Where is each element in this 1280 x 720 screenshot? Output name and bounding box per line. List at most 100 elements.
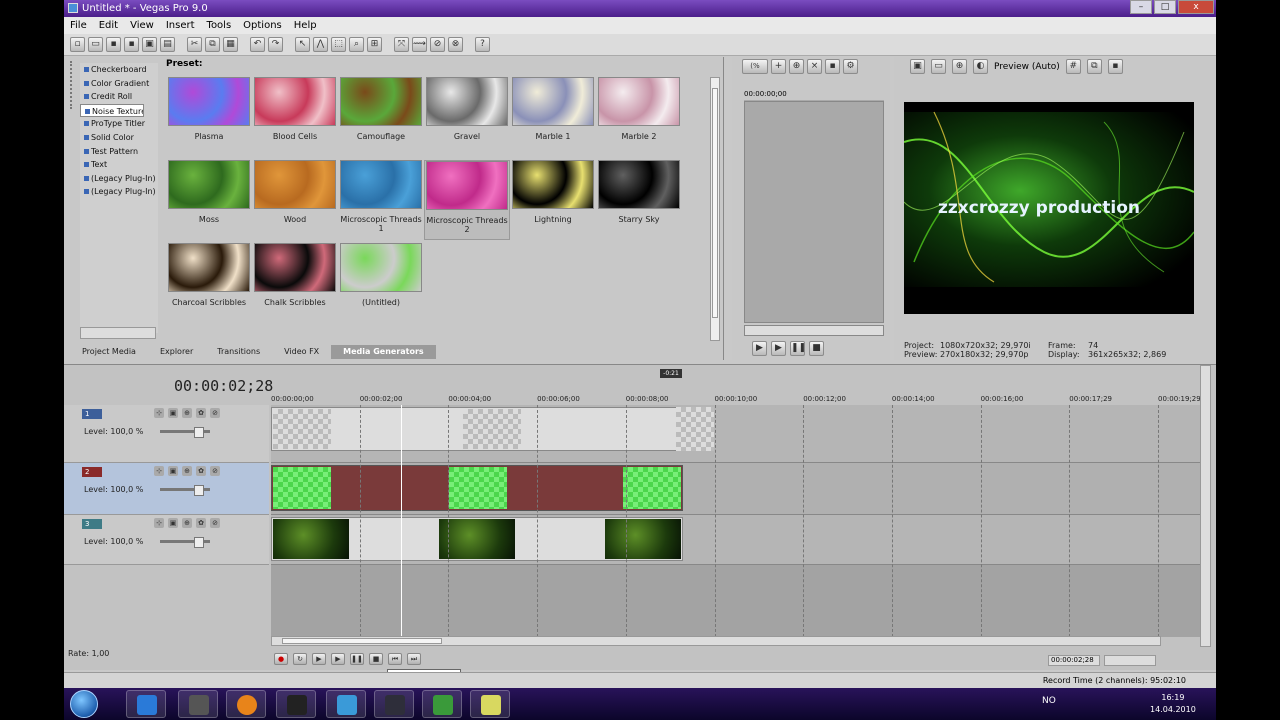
- track-3-composite-icon[interactable]: ⊕: [182, 518, 192, 528]
- menu-view[interactable]: View: [124, 17, 160, 34]
- track-3-level-slider[interactable]: [160, 537, 210, 548]
- timeline-hscrollbar[interactable]: [271, 636, 1161, 646]
- plugin-item[interactable]: Credit Roll: [80, 90, 158, 104]
- preset-thumbnail[interactable]: Lightning: [510, 160, 596, 240]
- preset-thumbnail[interactable]: Wood: [252, 160, 338, 240]
- track-3-fx-icon[interactable]: ▣: [168, 518, 178, 528]
- close-button[interactable]: x: [1178, 0, 1214, 14]
- track-3-mute-icon[interactable]: ✿: [196, 518, 206, 528]
- preset-thumbnail[interactable]: Marble 1: [510, 77, 596, 157]
- track-lane-3[interactable]: [271, 515, 1201, 565]
- track-2-mute-icon[interactable]: ✿: [196, 466, 206, 476]
- preset-thumbnail[interactable]: Camouflage: [338, 77, 424, 157]
- plugin-item[interactable]: Checkerboard: [80, 63, 158, 77]
- plugin-item[interactable]: Solid Color: [80, 131, 158, 145]
- panel-gripper[interactable]: [70, 61, 74, 109]
- plugin-item[interactable]: (Legacy Plug-In) V: [80, 185, 158, 199]
- envelope-icon[interactable]: ⋀: [313, 37, 328, 52]
- tab-transitions[interactable]: Transitions: [205, 345, 272, 359]
- track-3-solo-icon[interactable]: ⊘: [210, 518, 220, 528]
- plugin-item[interactable]: Noise Texture: [80, 103, 144, 118]
- track-2-composite-icon[interactable]: ⊕: [182, 466, 192, 476]
- normal-edit-icon[interactable]: ↖: [295, 37, 310, 52]
- preset-thumbnail[interactable]: Starry Sky: [596, 160, 682, 240]
- menu-edit[interactable]: Edit: [93, 17, 124, 34]
- menu-help[interactable]: Help: [288, 17, 323, 34]
- open-icon[interactable]: ▭: [88, 37, 103, 52]
- tray-language[interactable]: NO: [1042, 696, 1056, 706]
- play-from-start-icon[interactable]: ▶: [312, 653, 326, 665]
- preview-overlays-icon[interactable]: #: [1065, 59, 1081, 74]
- preview-split-icon[interactable]: ◐: [973, 59, 988, 74]
- preview-fx-icon[interactable]: ⊕: [952, 59, 967, 74]
- new-icon[interactable]: ▫: [70, 37, 85, 52]
- trimmer-close-icon[interactable]: ×: [807, 59, 822, 74]
- plugin-item[interactable]: ProType Titler: [80, 117, 158, 131]
- taskbar-audio[interactable]: [276, 690, 316, 718]
- undo-icon[interactable]: ↶: [250, 37, 265, 52]
- trimmer-play-from-start-icon[interactable]: ▶: [771, 341, 786, 356]
- track-1-level-slider[interactable]: [160, 427, 210, 438]
- preset-thumbnail[interactable]: Gravel: [424, 77, 510, 157]
- tab-media-generators[interactable]: Media Generators: [331, 345, 436, 359]
- pause-icon[interactable]: ❚❚: [350, 653, 364, 665]
- tab-project-media[interactable]: Project Media: [70, 345, 148, 359]
- taskbar-vegas[interactable]: [374, 690, 414, 718]
- maximize-button[interactable]: □: [1154, 0, 1176, 14]
- preset-scrollbar[interactable]: [710, 77, 720, 341]
- preset-scrollbar-thumb[interactable]: [712, 88, 718, 318]
- timeline-vscrollbar[interactable]: [1200, 365, 1211, 647]
- start-button[interactable]: [70, 690, 98, 718]
- properties-icon[interactable]: ▤: [160, 37, 175, 52]
- track-2-solo-icon[interactable]: ⊘: [210, 466, 220, 476]
- loop-icon[interactable]: ↻: [293, 653, 307, 665]
- trimmer-area[interactable]: [744, 101, 884, 323]
- trimmer-stop-icon[interactable]: ■: [809, 341, 824, 356]
- preset-thumbnail[interactable]: Microscopic Threads 2: [424, 160, 510, 240]
- preview-properties-icon[interactable]: ▣: [910, 59, 925, 74]
- paste-icon[interactable]: ▦: [223, 37, 238, 52]
- plugin-item[interactable]: Color Gradient: [80, 77, 158, 91]
- timeline-hscrollbar-thumb[interactable]: [282, 638, 442, 644]
- trimmer-scrollbar[interactable]: [744, 325, 884, 336]
- taskbar-app-7[interactable]: [422, 690, 462, 718]
- taskbar-app-8[interactable]: [470, 690, 510, 718]
- tab-video-fx[interactable]: Video FX: [272, 345, 331, 359]
- preview-save-snapshot-icon[interactable]: ▪: [1107, 59, 1123, 74]
- preset-thumbnail[interactable]: Blood Cells: [252, 77, 338, 157]
- track-2-fx-icon[interactable]: ▣: [168, 466, 178, 476]
- preview-copy-snapshot-icon[interactable]: ⧉: [1086, 59, 1102, 74]
- plugin-list-scrollbar[interactable]: [80, 327, 156, 339]
- taskbar-messenger[interactable]: [326, 690, 366, 718]
- track-lane-2[interactable]: [271, 463, 1201, 515]
- redo-icon[interactable]: ↷: [268, 37, 283, 52]
- track-header-3[interactable]: 3 ⊹ ▣ ⊕ ✿ ⊘ Level: 100,0 %: [64, 515, 269, 565]
- record-icon[interactable]: ●: [274, 653, 288, 665]
- plugin-item[interactable]: Text: [80, 158, 158, 172]
- taskbar-blender[interactable]: [226, 690, 266, 718]
- track-lane-1[interactable]: [271, 405, 1201, 463]
- track-header-1[interactable]: 1 ⊹ ▣ ⊕ ✿ ⊘ Level: 100,0 %: [64, 405, 269, 463]
- trimmer-zoom-select[interactable]: (%: [742, 59, 768, 74]
- taskbar-app-2[interactable]: [178, 690, 218, 718]
- track-1-fx-icon[interactable]: ▣: [168, 408, 178, 418]
- go-to-start-icon[interactable]: ⏮: [388, 653, 402, 665]
- go-to-end-icon[interactable]: ⏭: [407, 653, 421, 665]
- track-1-solo-icon[interactable]: ⊘: [210, 408, 220, 418]
- preset-thumbnail[interactable]: Plasma: [166, 77, 252, 157]
- track-2-motion-icon[interactable]: ⊹: [154, 466, 164, 476]
- preset-thumbnail[interactable]: Marble 2: [596, 77, 682, 157]
- lock-icon[interactable]: ⊘: [430, 37, 445, 52]
- track-1-transition[interactable]: [676, 407, 714, 451]
- menu-file[interactable]: File: [64, 17, 93, 34]
- save-icon[interactable]: ▪: [106, 37, 121, 52]
- snap-icon[interactable]: ⊞: [367, 37, 382, 52]
- preset-thumbnail[interactable]: Moss: [166, 160, 252, 240]
- trimmer-pause-icon[interactable]: ❚❚: [790, 341, 806, 356]
- trimmer-play-icon[interactable]: ▶: [752, 341, 767, 356]
- copy-icon[interactable]: ⧉: [205, 37, 220, 52]
- stop-icon[interactable]: ■: [369, 653, 383, 665]
- track-3-motion-icon[interactable]: ⊹: [154, 518, 164, 528]
- plugin-item[interactable]: Test Pattern: [80, 145, 158, 159]
- trimmer-pin-icon[interactable]: ⊕: [789, 59, 804, 74]
